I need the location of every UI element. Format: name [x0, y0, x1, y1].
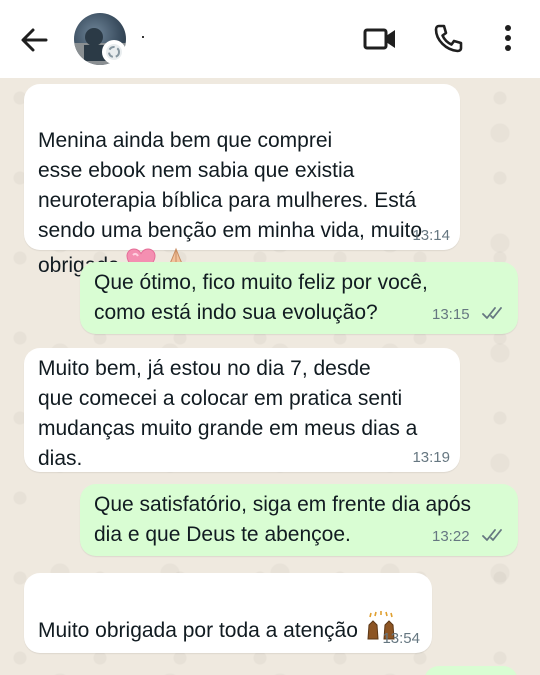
avatar-status-icon [102, 40, 126, 64]
more-vert-icon[interactable] [496, 20, 520, 56]
chat-header: · [0, 0, 540, 78]
phone-icon[interactable] [430, 20, 466, 56]
video-call-icon[interactable] [362, 22, 400, 56]
message-bubble-incoming[interactable]: Muito obrigada por toda a atenção 13:54 [24, 573, 432, 653]
message-time: 13:22 [432, 528, 470, 545]
message-text: Muito bem, já estou no dia 7, desde que … [38, 357, 418, 470]
message-time: 13:14 [412, 227, 450, 244]
back-arrow-icon[interactable] [16, 22, 52, 58]
message-time: 13:15 [432, 306, 470, 323]
message-bubble-outgoing[interactable]: Que ótimo, fico muito feliz por você, co… [80, 262, 518, 334]
message-bubble-outgoing-partial[interactable] [424, 666, 518, 675]
message-time: 13:54 [382, 630, 420, 647]
message-text: Menina ainda bem que comprei esse ebook … [38, 96, 458, 285]
double-check-read-icon [482, 306, 506, 320]
chat-area[interactable]: Menina ainda bem que comprei esse ebook … [0, 78, 540, 675]
message-bubble-outgoing[interactable]: Que satisfatório, siga em frente dia apó… [80, 484, 518, 556]
message-time: 13:19 [412, 449, 450, 466]
message-bubble-incoming[interactable]: Menina ainda bem que comprei esse ebook … [24, 84, 460, 277]
double-check-read-icon [482, 528, 506, 542]
contact-name[interactable]: · [140, 24, 146, 48]
message-text: Muito obrigada por toda a atenção [38, 581, 428, 650]
message-bubble-incoming[interactable]: Muito bem, já estou no dia 7, desde que … [24, 348, 460, 472]
